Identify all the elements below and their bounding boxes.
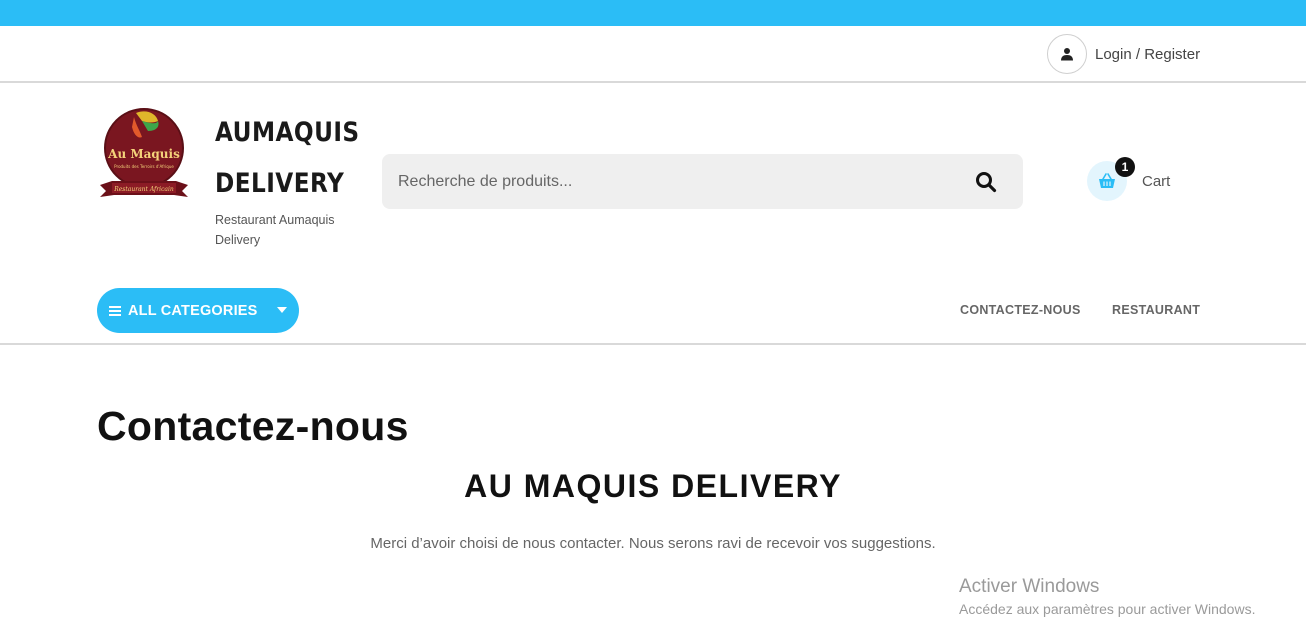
search-button[interactable] [972,168,1000,196]
cart-button[interactable]: 1 Cart [1087,157,1171,201]
watermark-subtitle: Accédez aux paramètres pour activer Wind… [959,601,1256,617]
brand-name[interactable]: AUMAQUIS DELIVERY [215,107,360,209]
user-icon [1047,34,1087,74]
page-title: Contactez-nous [97,403,409,449]
basket-icon [1099,173,1115,188]
account-bar: Login / Register [0,26,1306,83]
windows-activation-watermark: Activer Windows Accédez aux paramètres p… [959,576,1255,620]
logo-wordmark: Au Maquis [107,147,180,161]
product-search [382,154,1023,209]
brand-tagline: Restaurant Aumaquis Delivery [215,213,335,247]
logo-ribbon-text: Restaurant Africain [113,186,174,193]
all-categories-button[interactable]: ALL CATEGORIES [97,288,299,333]
brand-name-line-2: DELIVERY [215,168,345,199]
all-categories-label: ALL CATEGORIES [128,302,258,319]
intro-text: Merci d’avoir choisi de nous contacter. … [370,535,936,552]
section-title: AU MAQUIS DELIVERY [464,468,842,504]
top-accent-bar [0,0,1306,26]
site-header: Au Maquis Produits des Terroirs d'Afriqu… [0,83,1306,345]
brand-name-line-1: AUMAQUIS [215,117,360,148]
login-register-link[interactable]: Login / Register [1047,34,1200,74]
cart-icon-wrap: 1 [1087,157,1135,201]
nav-link-restaurant[interactable]: RESTAURANT [1112,303,1200,317]
watermark-title: Activer Windows [959,576,1100,597]
search-icon [976,172,997,193]
caret-down-icon [277,307,287,313]
nav-link-contactez-nous[interactable]: CONTACTEZ-NOUS [960,303,1081,317]
cart-label: Cart [1142,172,1171,190]
login-register-label: Login / Register [1095,45,1201,63]
cart-count-badge: 1 [1115,157,1135,177]
brand-logo[interactable]: Au Maquis Produits des Terroirs d'Afriqu… [98,107,190,205]
search-input[interactable] [382,154,962,209]
logo-subtext: Produits des Terroirs d'Afrique [114,164,174,169]
menu-icon [109,305,121,316]
